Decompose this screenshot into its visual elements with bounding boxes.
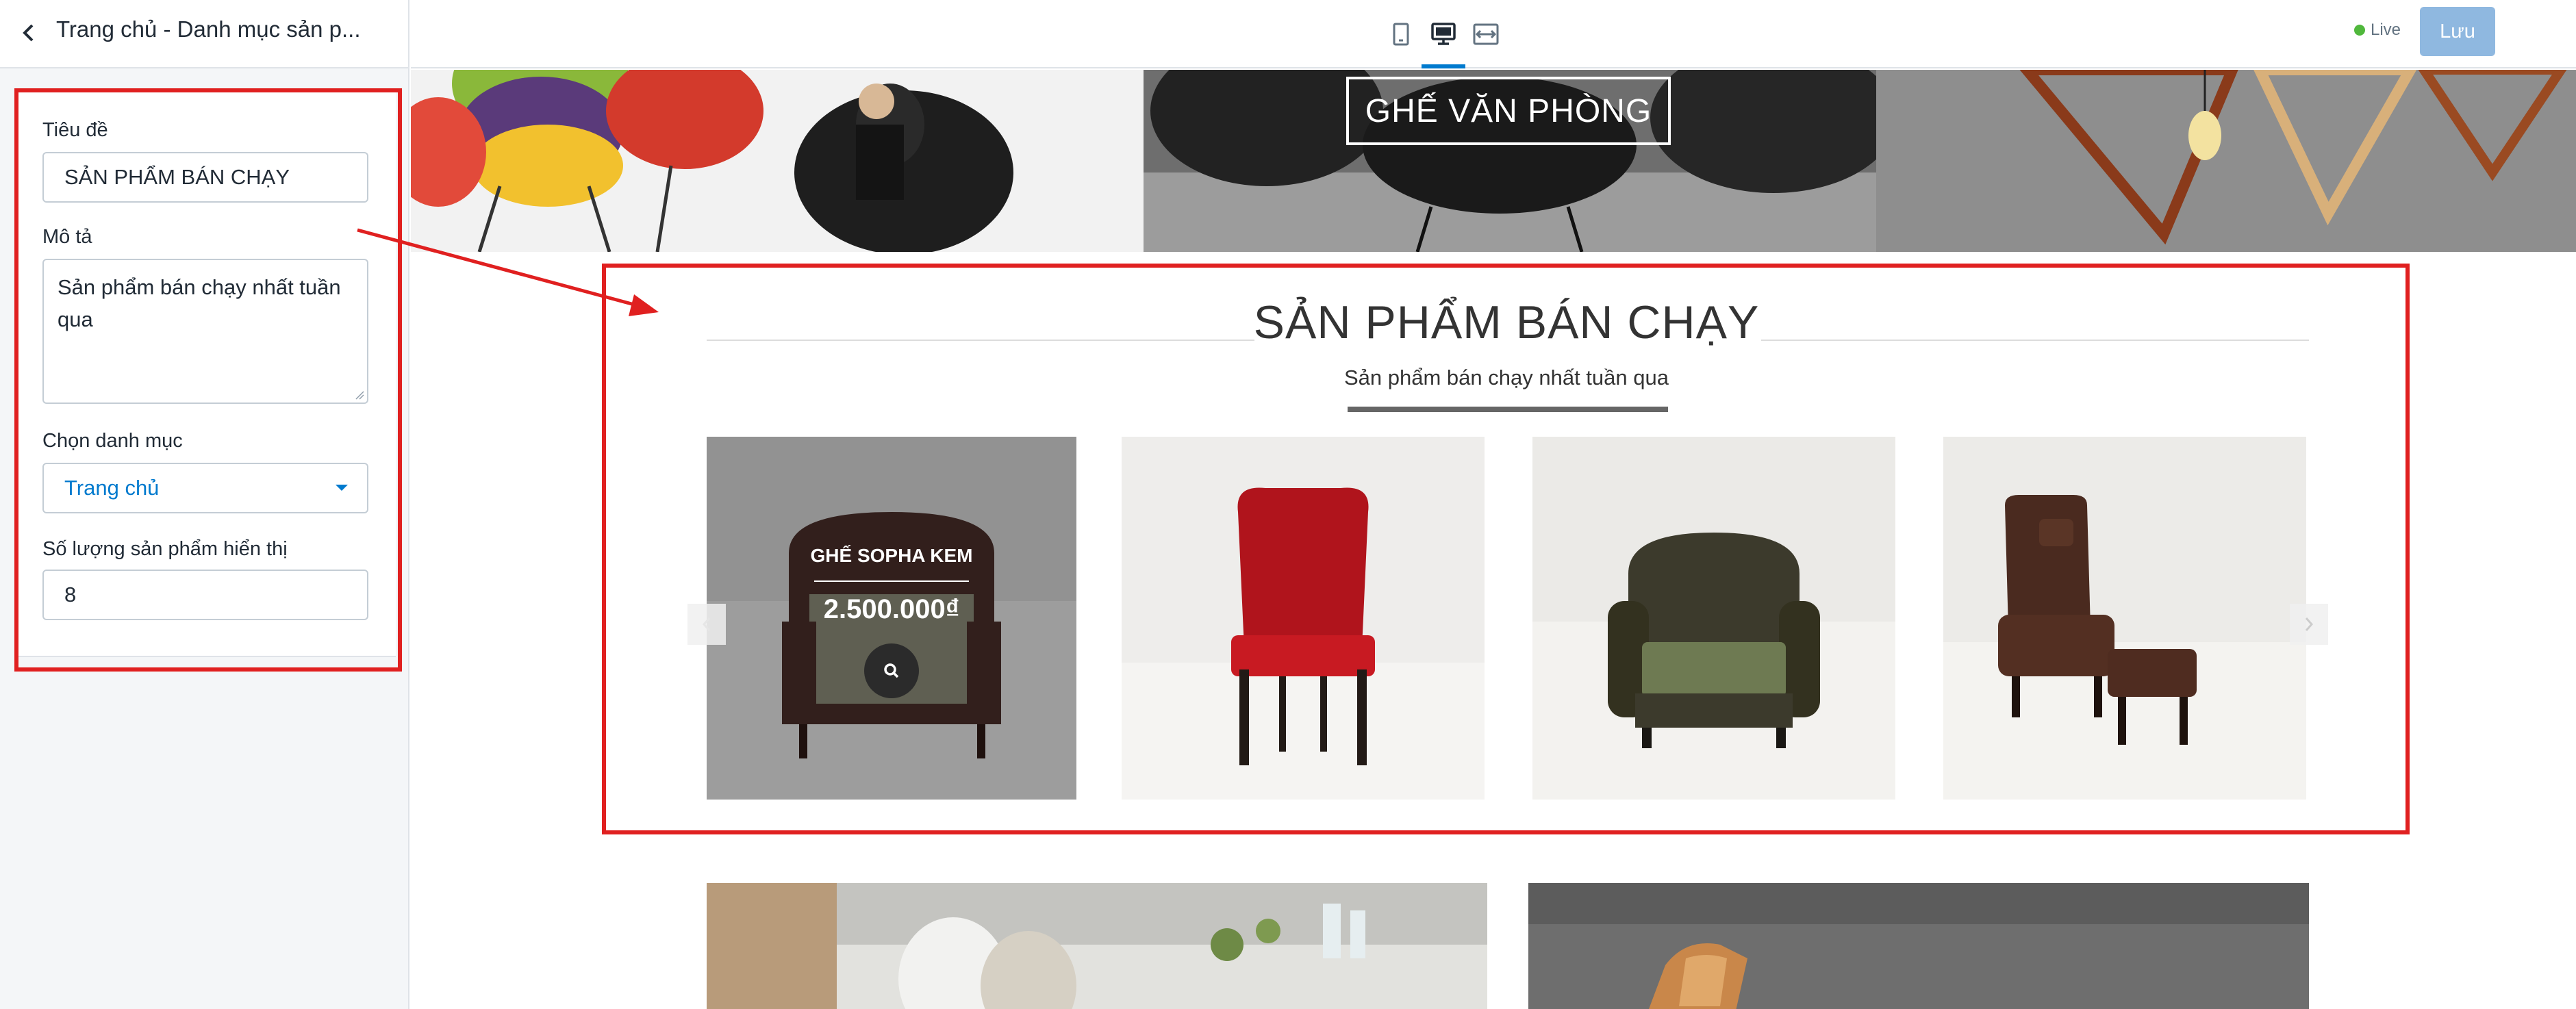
description-label: Mô tả <box>42 226 92 248</box>
desktop-icon <box>1431 23 1456 45</box>
product-count-label: Số lượng sản phẩm hiển thị <box>42 538 288 560</box>
live-status: Live <box>2354 21 2401 40</box>
section-title: SẢN PHẨM BÁN CHẠY <box>1253 296 1760 348</box>
back-button[interactable] <box>15 19 42 47</box>
product-card[interactable] <box>1532 437 1895 800</box>
active-device-indicator <box>1422 64 1465 68</box>
mobile-view-button[interactable] <box>1385 18 1417 51</box>
product-count-input[interactable]: 8 <box>42 570 368 620</box>
carousel-next-button[interactable] <box>2290 604 2328 645</box>
product-price: 2.500.000₫ <box>823 594 960 624</box>
search-icon <box>884 663 899 678</box>
chevron-right-icon <box>2305 617 2314 631</box>
save-button[interactable]: Lưu <box>2420 7 2495 56</box>
product-card[interactable]: GHẾ SOPHA KEM 2.500.000₫ <box>707 437 1076 800</box>
collection-image-right <box>1528 883 2309 1009</box>
section-subtitle: Sản phẩm bán chạy nhất tuần qua <box>1344 366 1669 389</box>
product-name[interactable]: GHẾ SOPHA KEM <box>707 545 1076 567</box>
sidebar-header: Trang chủ - Danh mục sản p... <box>0 0 408 68</box>
title-label: Tiêu đề <box>42 119 108 141</box>
sidebar-title: Trang chủ - Danh mục sản p... <box>56 16 361 42</box>
product-card[interactable] <box>1122 437 1485 800</box>
description-value: Sản phẩm bán chạy nhất tuần qua <box>58 275 341 331</box>
settings-sidebar: Trang chủ - Danh mục sản p... Tiêu đề SẢ… <box>0 0 409 1009</box>
store-preview: GHẾ VĂN PHÒNG SẢN PHẨM BÁN CHẠY Sản phẩm… <box>411 70 2576 1009</box>
resize-grip-icon[interactable] <box>355 390 364 400</box>
chevron-left-icon <box>702 617 711 631</box>
carousel-prev-button[interactable] <box>687 604 726 645</box>
collection-image-left <box>707 883 1487 1009</box>
subtitle-underline <box>1348 407 1668 412</box>
banner-image-left <box>411 70 1144 252</box>
live-dot-icon <box>2354 25 2365 36</box>
description-textarea[interactable]: Sản phẩm bán chạy nhất tuần qua <box>42 259 368 404</box>
live-label: Live <box>2371 21 2401 39</box>
chevron-left-icon <box>23 24 34 42</box>
category-select[interactable]: Trang chủ <box>42 463 368 513</box>
banner-category-button[interactable]: GHẾ VĂN PHÒNG <box>1346 77 1671 145</box>
title-input[interactable]: SẢN PHẨM BÁN CHẠY <box>42 152 368 203</box>
section-settings-panel: Tiêu đề SẢN PHẨM BÁN CHẠY Mô tả Sản phẩm… <box>15 92 396 657</box>
product-divider <box>814 580 969 582</box>
product-card[interactable] <box>1943 437 2306 800</box>
quick-view-button[interactable] <box>864 643 919 698</box>
banner-image-right <box>1876 70 2576 252</box>
desktop-view-button[interactable] <box>1427 18 1460 51</box>
category-label: Chọn danh mục <box>42 430 183 452</box>
fullwidth-view-button[interactable] <box>1469 18 1502 51</box>
editor-topbar: Live Lưu <box>411 0 2576 68</box>
mobile-icon <box>1393 23 1409 46</box>
caret-down-icon <box>336 485 348 491</box>
fullwidth-icon <box>1473 23 1499 45</box>
category-value: Trang chủ <box>64 476 160 500</box>
